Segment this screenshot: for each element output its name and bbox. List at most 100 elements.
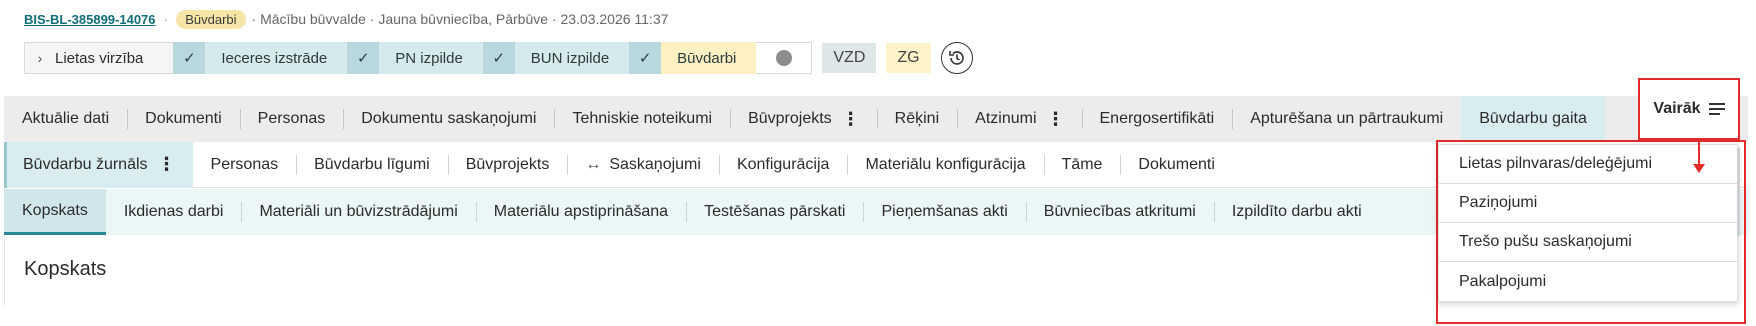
- tab-rekini[interactable]: Rēķini: [876, 96, 957, 142]
- tab-label: Pieņemšanas akti: [881, 203, 1008, 220]
- more-button-label: Vairāk: [1653, 100, 1701, 117]
- main-tabs: Aktuālie dati Dokumenti Personas Dokumen…: [4, 96, 1748, 142]
- tab-label: Materiālu konfigurācija: [865, 155, 1026, 173]
- section-tab-materialu-apstiprinasana[interactable]: Materiālu apstiprināšana: [475, 189, 686, 235]
- tab-label: Ikdienas darbi: [123, 203, 224, 220]
- tab-label: Rēķini: [894, 110, 940, 127]
- subtab-tame[interactable]: Tāme: [1043, 142, 1121, 188]
- app-root: BIS-BL-385899-14076 · Būvdarbi · Mācību …: [0, 0, 1756, 326]
- case-id-link[interactable]: BIS-BL-385899-14076: [24, 12, 156, 27]
- tab-label: Izpildīto darbu akti: [1231, 203, 1362, 220]
- menu-lines-icon: [1708, 103, 1725, 115]
- subtab-materialu-konfiguracija[interactable]: Materiālu konfigurācija: [847, 142, 1043, 188]
- stage-ieceres: ✓ Ieceres izstrāde: [173, 42, 348, 74]
- menu-item-pakalpojumi[interactable]: Pakalpojumi: [1439, 262, 1737, 301]
- tab-label: Dokumentu saskaņojumi: [361, 110, 537, 127]
- kebab-menu-icon[interactable]: ⋮: [842, 109, 860, 130]
- stage-label: Ieceres izstrāde: [221, 49, 328, 67]
- tab-label: Apturēšana un pārtraukumi: [1250, 110, 1444, 127]
- tab-label: Būvprojekts: [748, 110, 832, 127]
- history-icon: [948, 51, 964, 65]
- tab-tehniskie-noteikumi[interactable]: Tehniskie noteikumi: [554, 96, 730, 142]
- tab-atzinumi[interactable]: Atzinumi ⋮: [957, 96, 1081, 142]
- stage-bun: ✓ BUN izpilde: [482, 42, 630, 74]
- menu-item-pazinojumi[interactable]: Paziņojumi: [1439, 184, 1737, 223]
- chevron-right-icon: ›: [37, 50, 43, 66]
- section-tab-kopskats[interactable]: Kopskats: [4, 189, 106, 235]
- stage-label: BUN izpilde: [530, 49, 610, 67]
- tab-label: Saskaņojumi: [609, 155, 701, 173]
- tab-label: Kopskats: [22, 201, 88, 219]
- section-tab-testesanas[interactable]: Testēšanas pārskati: [686, 189, 863, 235]
- check-icon: ✓: [482, 42, 515, 74]
- tab-label: Atzinumi: [975, 110, 1037, 127]
- menu-item-treso-pusu[interactable]: Trešo pušu saskaņojumi: [1439, 223, 1737, 262]
- tab-label: Būvdarbu žurnāls: [23, 155, 148, 173]
- subtab-dokumenti[interactable]: Dokumenti: [1120, 142, 1232, 188]
- section-tab-ikdienas-darbi[interactable]: Ikdienas darbi: [106, 189, 242, 235]
- content-border: [4, 236, 5, 306]
- zg-button[interactable]: ZG: [886, 43, 931, 73]
- stage-label: PN izpilde: [395, 49, 463, 67]
- tab-label: Būvdarbu līgumi: [314, 155, 430, 173]
- history-button[interactable]: [940, 42, 973, 74]
- tab-buvprojekts[interactable]: Būvprojekts ⋮: [730, 96, 877, 142]
- tab-label: Testēšanas pārskati: [704, 203, 846, 220]
- case-meta: · Mācību būvvalde · Jauna būvniecība, Pā…: [251, 11, 669, 27]
- more-button[interactable]: Vairāk: [1638, 78, 1740, 140]
- progress-first-label: Lietas virzība: [55, 49, 144, 67]
- pointer-arrow-head: [1693, 164, 1705, 173]
- stage-next: [756, 42, 813, 74]
- tab-label: Materiālu apstiprināšana: [493, 203, 669, 220]
- tab-label: Būvdarbu gaita: [1479, 110, 1587, 127]
- tab-label: Tehniskie noteikumi: [572, 110, 713, 127]
- section-tab-materiali[interactable]: Materiāli un būvizstrādājumi: [241, 189, 475, 235]
- section-tab-atkritumi[interactable]: Būvniecības atkritumi: [1025, 189, 1214, 235]
- kebab-menu-icon[interactable]: ⋮: [1047, 109, 1065, 130]
- tab-label: Aktuālie dati: [22, 110, 110, 127]
- case-header: BIS-BL-385899-14076 · Būvdarbi · Mācību …: [24, 8, 668, 30]
- tab-label: Būvprojekts: [465, 155, 550, 173]
- kebab-menu-icon[interactable]: ⋮: [158, 154, 176, 175]
- separator-dot: ·: [163, 11, 169, 27]
- tab-label: Būvniecības atkritumi: [1043, 203, 1196, 220]
- check-icon: ✓: [347, 42, 380, 74]
- tab-label: Personas: [257, 110, 326, 127]
- tab-energosertifikati[interactable]: Energosertifikāti: [1081, 96, 1233, 142]
- subtab-konfiguracija[interactable]: Konfigurācija: [718, 142, 848, 188]
- circle-icon: [775, 50, 792, 66]
- swap-arrows-icon: ↔: [585, 155, 602, 173]
- check-icon: ✓: [173, 42, 206, 74]
- check-icon: ✓: [629, 42, 662, 74]
- tab-aktualie-dati[interactable]: Aktuālie dati: [4, 96, 127, 142]
- tab-label: Dokumenti: [145, 110, 222, 127]
- menu-scrollbar[interactable]: [1737, 148, 1740, 236]
- tab-buvdarbu-gaita[interactable]: Būvdarbu gaita: [1461, 96, 1605, 142]
- section-tab-pienemsanas[interactable]: Pieņemšanas akti: [863, 189, 1025, 235]
- tab-label: Energosertifikāti: [1099, 110, 1215, 127]
- tab-label: Personas: [210, 155, 279, 173]
- subtab-buvprojekts[interactable]: Būvprojekts: [447, 142, 568, 188]
- tab-label: Dokumenti: [1138, 155, 1215, 173]
- tab-label: Konfigurācija: [736, 155, 830, 173]
- tab-dokumenti[interactable]: Dokumenti: [127, 96, 239, 142]
- subtab-personas[interactable]: Personas: [193, 142, 297, 188]
- subtab-saskanojumi[interactable]: ↔ Saskaņojumi: [567, 142, 719, 188]
- progress-toggle[interactable]: › Lietas virzība: [24, 42, 174, 74]
- pointer-arrow-line: [1698, 140, 1700, 166]
- tab-personas[interactable]: Personas: [239, 96, 344, 142]
- tab-label: Materiāli un būvizstrādājumi: [259, 203, 458, 220]
- subtab-buvdarbu-zurnals[interactable]: Būvdarbu žurnāls ⋮: [4, 141, 193, 188]
- stage-label: Būvdarbi: [677, 49, 737, 67]
- section-tab-izpildito-darbu[interactable]: Izpildīto darbu akti: [1213, 189, 1380, 235]
- page-title: Kopskats: [24, 258, 107, 280]
- progress-bar: › Lietas virzība ✓ Ieceres izstrāde ✓ PN…: [24, 42, 973, 74]
- stage-buvdarbi: ✓ Būvdarbi: [629, 42, 757, 74]
- tab-dokumentu-saskanojumi[interactable]: Dokumentu saskaņojumi: [343, 96, 554, 142]
- tab-apturesana[interactable]: Apturēšana un pārtraukumi: [1232, 96, 1461, 142]
- tab-label: Tāme: [1061, 155, 1103, 173]
- vzd-button[interactable]: VZD: [822, 43, 877, 73]
- stage-pn: ✓ PN izpilde: [347, 42, 483, 74]
- subtab-buvdarbu-ligumi[interactable]: Būvdarbu līgumi: [296, 142, 448, 188]
- status-badge: Būvdarbi: [176, 9, 246, 29]
